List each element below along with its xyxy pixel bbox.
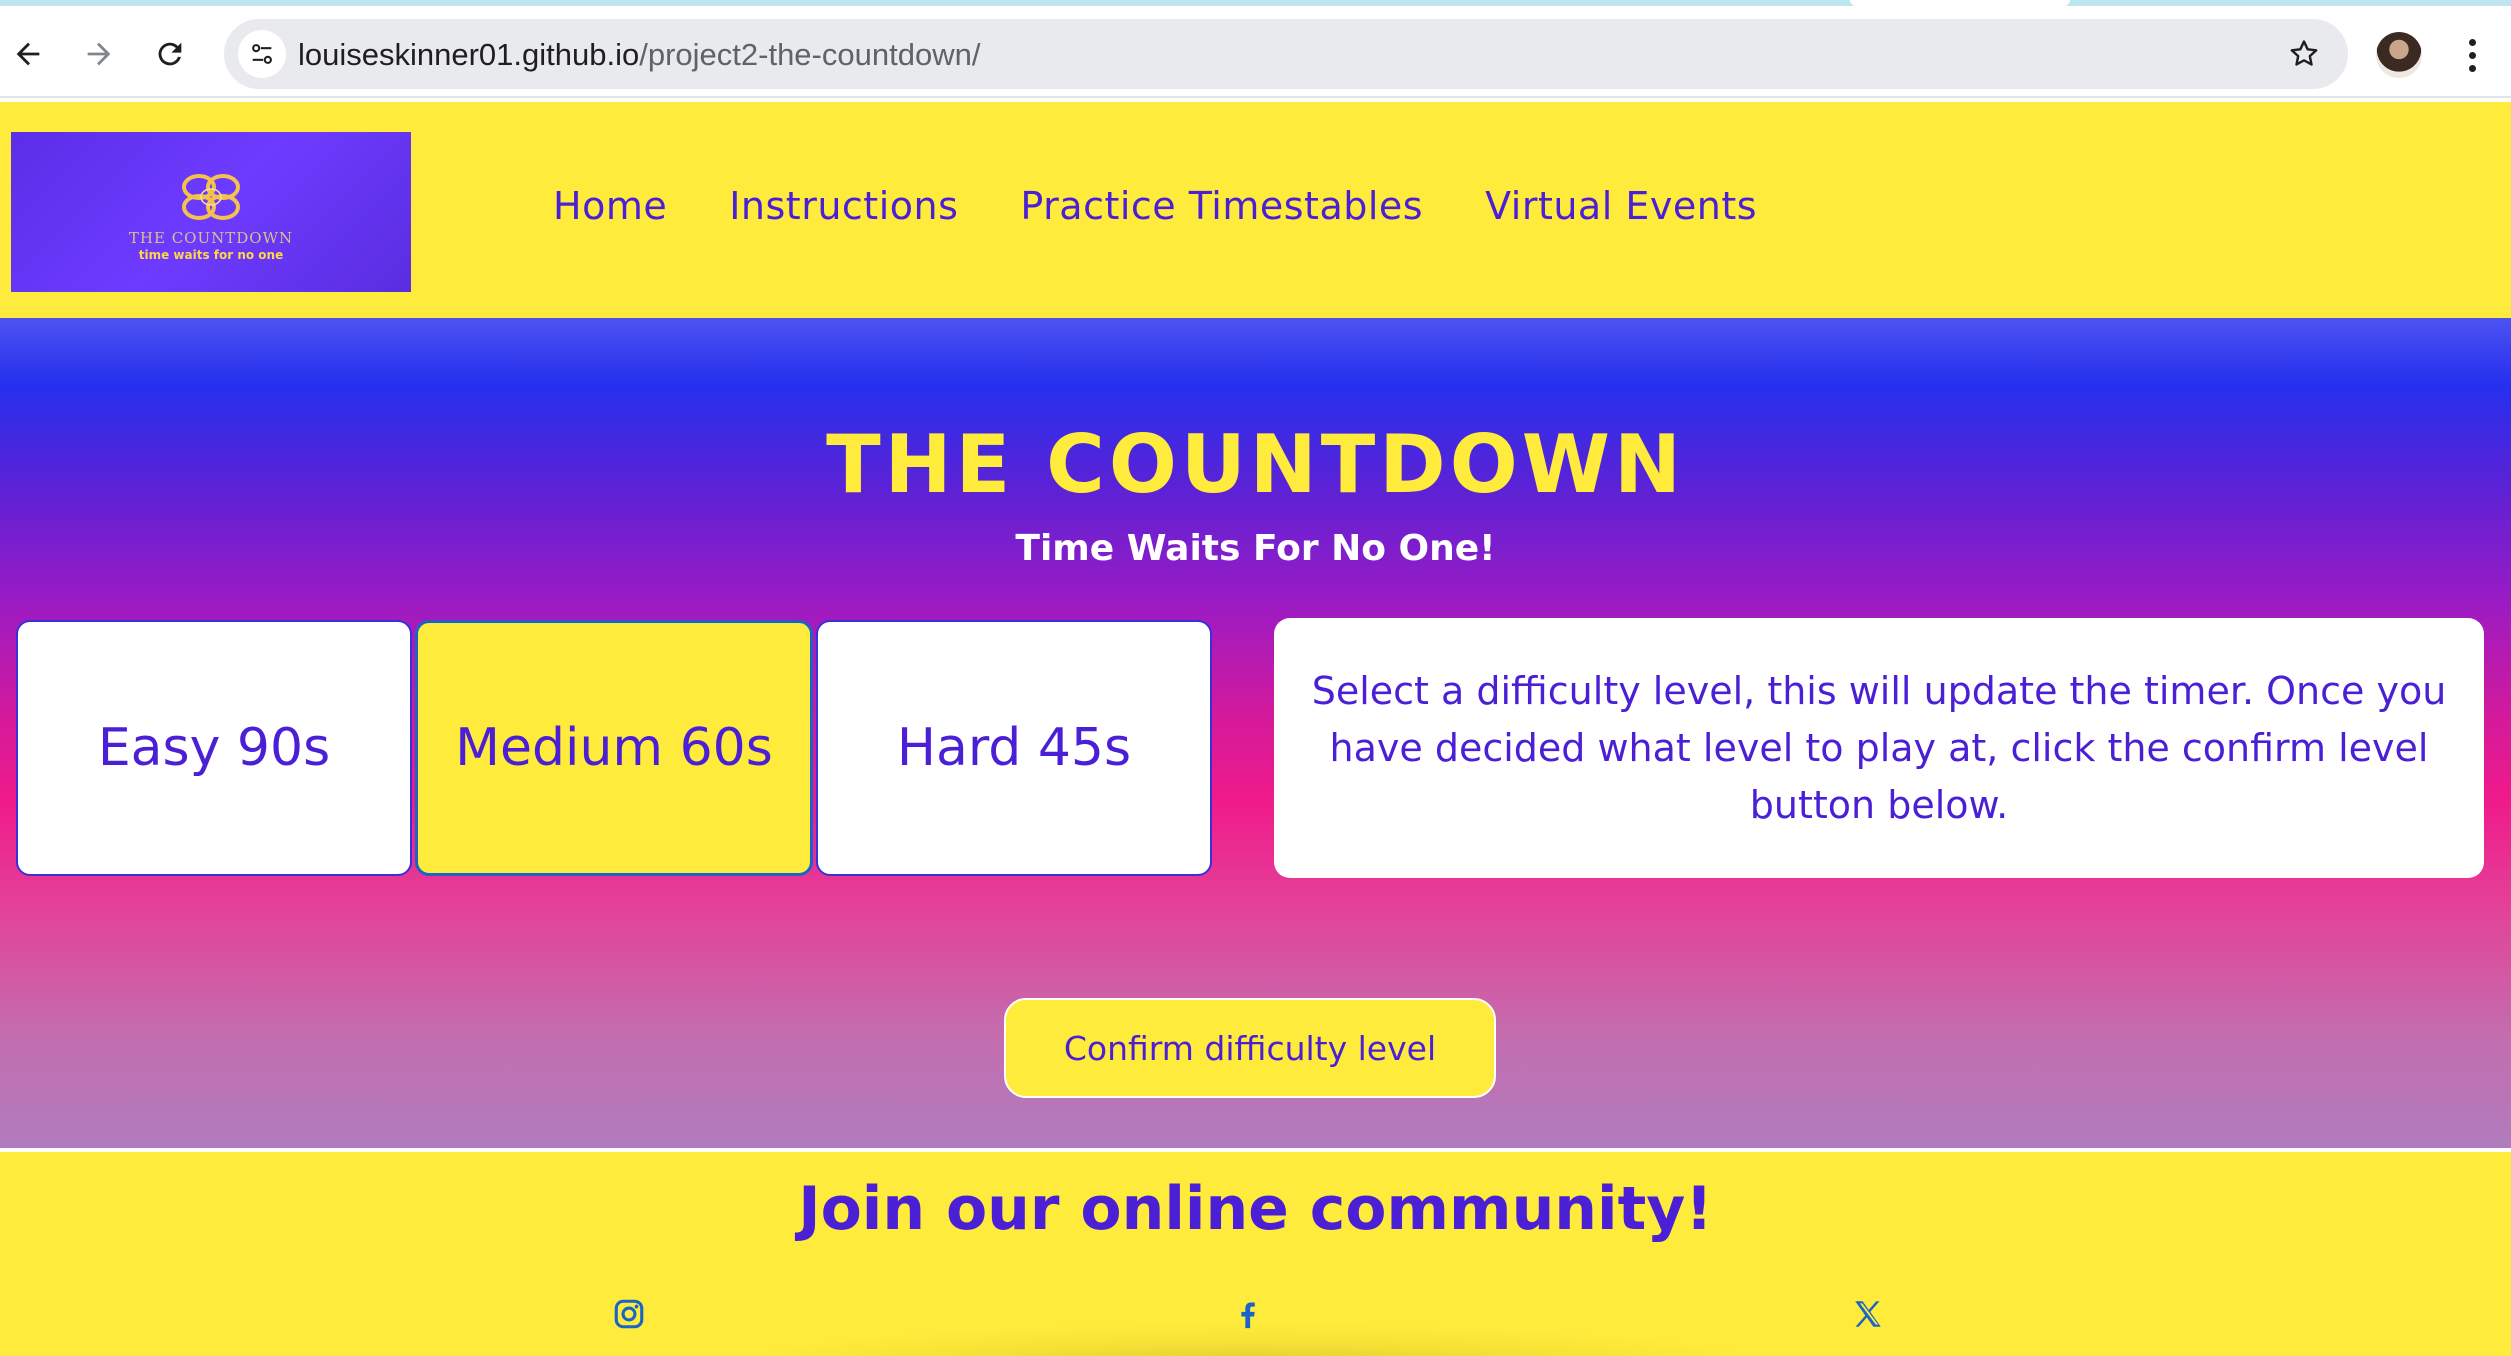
instructions-box: Select a difficulty level, this will upd… [1274,618,2484,878]
x-twitter-icon [1855,1301,1881,1327]
page-title: THE COUNTDOWN [826,418,1685,511]
instagram-icon [614,1299,644,1329]
instagram-link[interactable] [609,1294,649,1334]
site-footer: Join our online community! [0,1148,2511,1356]
page-subtitle: Time Waits For No One! [1015,528,1496,569]
url-host: louiseskinner01.github.io [298,37,640,72]
reload-button[interactable] [142,26,198,82]
profile-avatar[interactable] [2376,32,2422,78]
forward-arrow-icon [87,42,111,66]
site-info-button[interactable] [238,30,286,78]
logo-title: THE COUNTDOWN [128,229,294,247]
facebook-link[interactable] [1228,1294,1268,1334]
hero-section: THE COUNTDOWN Time Waits For No One! Eas… [0,318,2511,1148]
confirm-difficulty-button[interactable]: Confirm difficulty level [1004,998,1496,1098]
level-medium-button[interactable]: Medium 60s [415,620,813,876]
bookmark-star-icon [2290,40,2318,66]
level-hard-button[interactable]: Hard 45s [816,620,1212,876]
url-path: /project2-the-countdown/ [639,37,981,72]
back-button[interactable] [0,26,56,82]
back-arrow-icon [16,42,40,66]
site-header: THE COUNTDOWN time waits for no one Home… [0,98,2511,318]
more-menu-icon[interactable] [2452,28,2492,82]
main-nav: Home Instructions Practice Timestables V… [553,184,1757,228]
forward-button[interactable] [71,26,127,82]
nav-virtual-events-link[interactable]: Virtual Events [1485,184,1757,228]
nav-home-link[interactable]: Home [553,184,667,228]
browser-toolbar: louiseskinner01.github.io/project2-the-c… [0,6,2511,98]
footer-title: Join our online community! [798,1174,1713,1244]
instructions-text: Select a difficulty level, this will upd… [1311,668,2447,827]
nav-instructions-link[interactable]: Instructions [729,184,958,228]
reload-icon [158,42,182,66]
site-info-icon [252,44,272,64]
logo-tagline: time waits for no one [138,248,284,262]
x-twitter-link[interactable] [1848,1294,1888,1334]
site-logo[interactable]: THE COUNTDOWN time waits for no one [11,132,411,292]
address-bar[interactable]: louiseskinner01.github.io/project2-the-c… [224,19,2348,89]
infinity-knot-icon [182,174,240,220]
level-easy-button[interactable]: Easy 90s [16,620,412,876]
nav-practice-timestables-link[interactable]: Practice Timestables [1020,184,1423,228]
facebook-icon [1241,1302,1255,1329]
bookmark-button[interactable] [2282,32,2326,76]
url-text: louiseskinner01.github.io/project2-the-c… [298,37,980,73]
